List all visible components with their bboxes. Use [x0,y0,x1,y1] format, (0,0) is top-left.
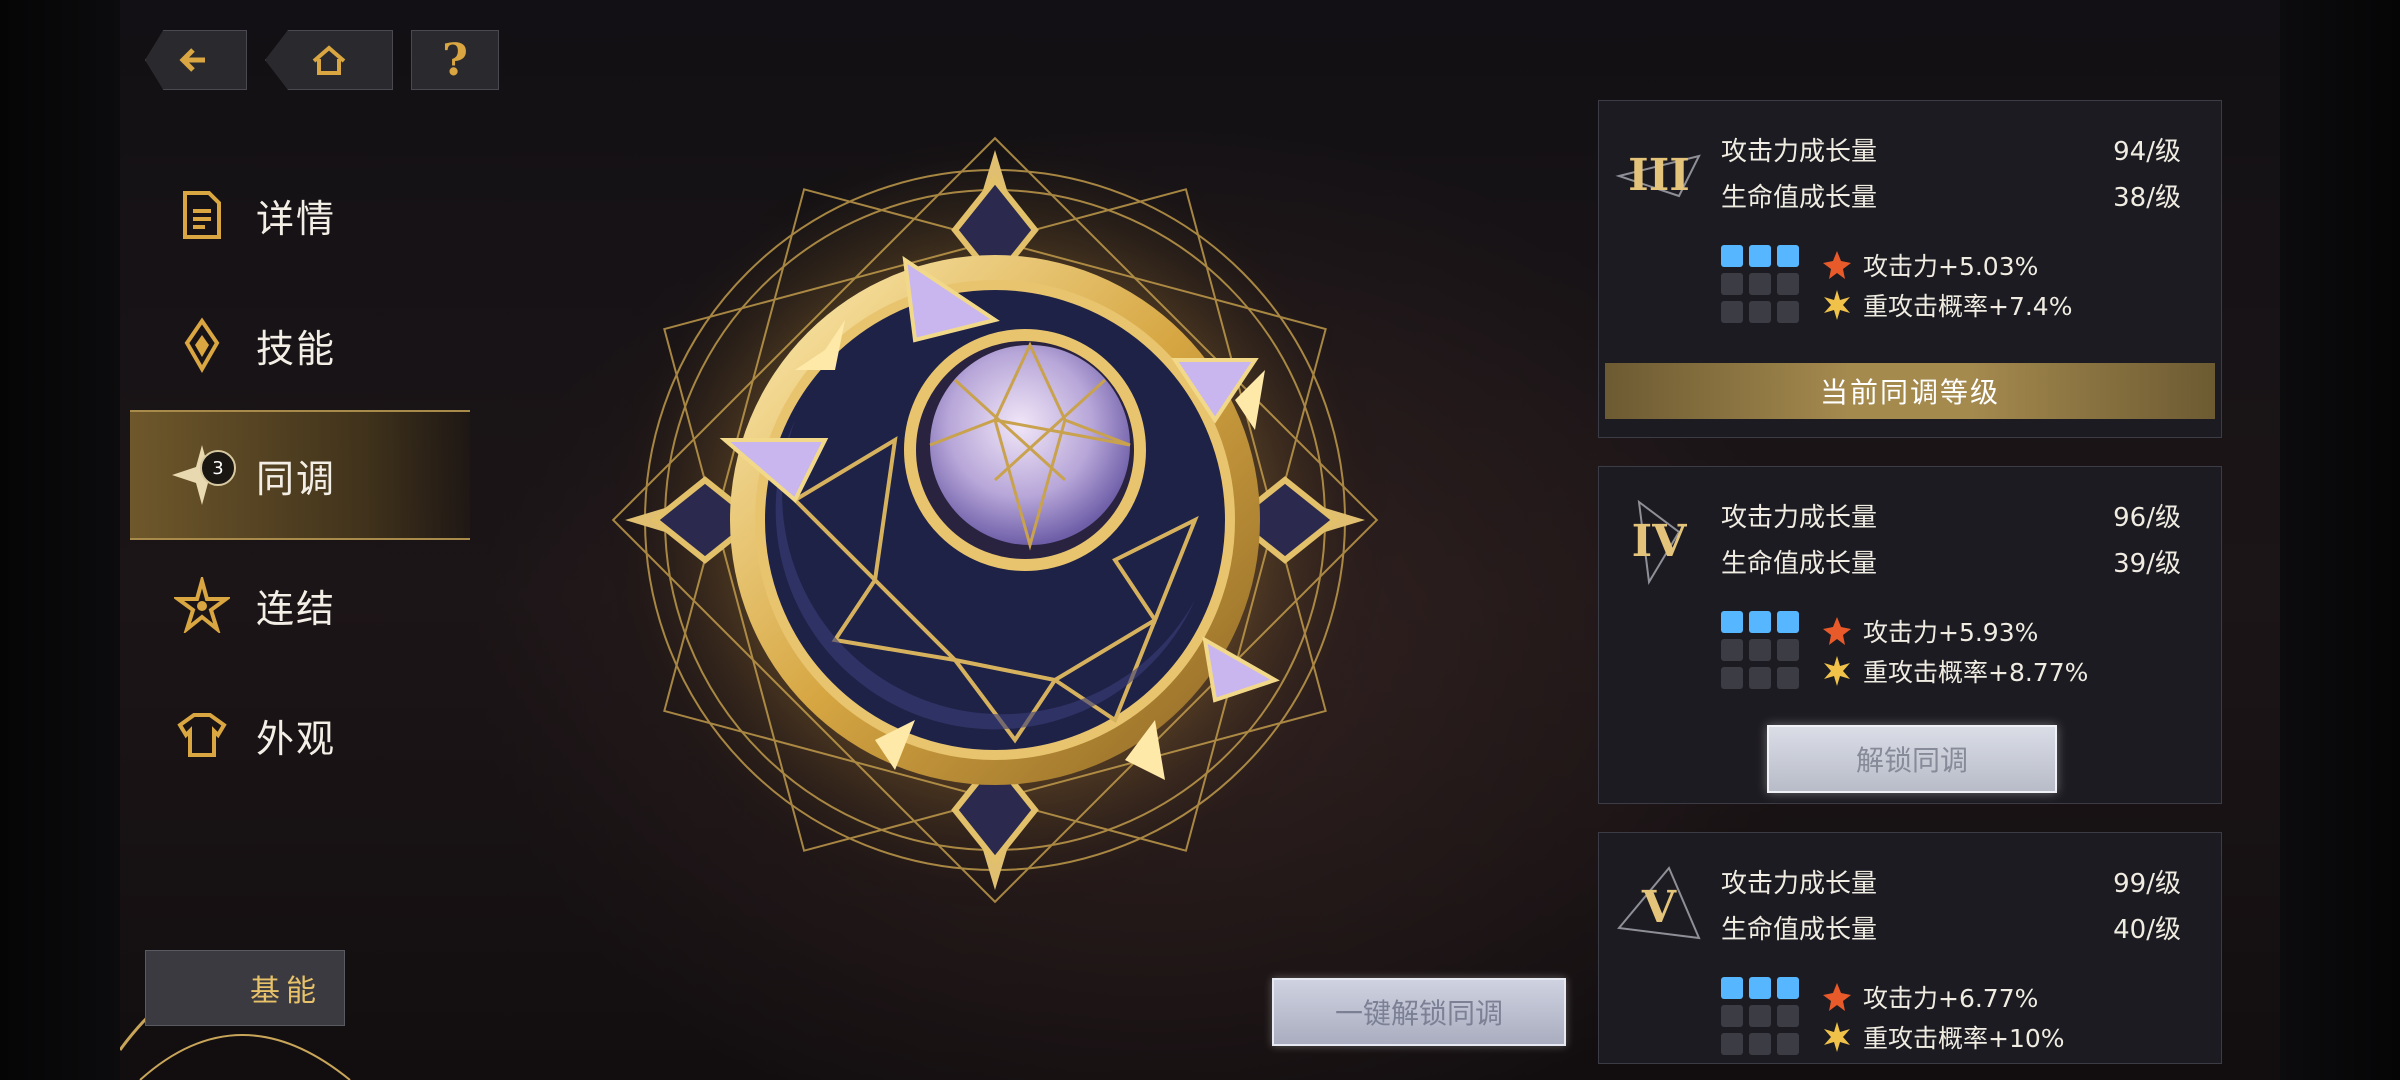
atk-growth-value: 99/级 [2113,869,2181,899]
sync-tier-card-3: III 攻击力成长量 94/级 生命值成长量 38/级 攻击力+5.03% 重攻… [1598,100,2222,438]
nav-item-label: 外观 [256,716,337,761]
atk-growth-value: 96/级 [2113,503,2181,533]
sync-tier-card-4: IV 攻击力成长量 96/级 生命值成长量 39/级 攻击力+5.93% 重攻击… [1598,466,2222,804]
base-ability-button[interactable]: 基能 [145,950,345,1026]
hp-growth-label: 生命值成长量 [1721,915,1878,945]
tier-4-emblem: IV [1632,499,1688,585]
link-icon [170,573,234,637]
unlock-sync-button[interactable]: 解锁同调 [1767,725,2057,793]
hp-growth-value: 39/级 [2113,549,2181,579]
crit-icon [1824,290,1850,320]
help-button[interactable]: ? [411,30,499,90]
back-button[interactable] [145,30,247,90]
atk-growth-row: 攻击力成长量 96/级 [1721,497,2181,534]
nav-item-label: 技能 [256,326,337,371]
nav-item-link[interactable]: 连结 [130,540,470,670]
right-edge [2280,0,2400,1080]
attack-bonus-text: 攻击力+5.03% [1863,252,2039,281]
crit-icon [1824,1022,1850,1052]
sync-progress-grid [1721,245,1811,323]
tier-5-emblem: V [1617,866,1701,940]
nav-item-label: 同调 [256,456,337,501]
current-sync-level-bar: 当前同调等级 [1605,363,2215,419]
svg-text:III: III [1628,150,1690,201]
base-ability-label: 基能 [250,974,322,1009]
back-arrow-icon [179,48,205,72]
crit-bonus: 重攻击概率+7.4% [1821,287,2072,323]
attack-icon [1823,983,1851,1011]
atk-growth-value: 94/级 [2113,137,2181,167]
nav-item-label: 连结 [256,586,337,631]
top-toolbar: ? [145,30,499,90]
nav-item-appearance[interactable]: 外观 [130,670,470,800]
home-button[interactable] [265,30,393,90]
hp-growth-row: 生命值成长量 38/级 [1721,177,2181,214]
crit-bonus: 重攻击概率+8.77% [1821,653,2088,689]
nav-item-skills[interactable]: 技能 [130,280,470,410]
sync-progress-grid [1721,611,1811,689]
sync-progress-grid [1721,977,1811,1055]
hp-growth-row: 生命值成长量 40/级 [1721,909,2181,946]
attack-bonus: 攻击力+5.03% [1821,247,2038,283]
sync-level-badge: 3 [200,450,236,486]
sync-tier-card-5: V 攻击力成长量 99/级 生命值成长量 40/级 攻击力+6.77% 重攻击概… [1598,832,2222,1064]
appearance-icon [170,703,234,767]
unlock-all-sync-label: 一键解锁同调 [1334,997,1503,1030]
unlock-sync-label: 解锁同调 [1855,744,1968,777]
attack-icon [1823,251,1851,279]
current-sync-level-label: 当前同调等级 [1819,376,2000,409]
attack-bonus-text: 攻击力+5.93% [1863,618,2039,647]
atk-growth-label: 攻击力成长量 [1721,503,1878,533]
side-nav: 详情 技能 3 同调 连结 外观 [130,150,470,800]
nav-item-label: 详情 [256,196,337,241]
left-edge [0,0,120,1080]
svg-text:IV: IV [1632,516,1688,567]
tier-3-emblem: III [1615,150,1701,201]
sync-emblem [595,120,1395,920]
nav-item-sync[interactable]: 3 同调 [130,410,470,540]
crit-icon [1824,656,1850,686]
unlock-all-sync-button[interactable]: 一键解锁同调 [1272,978,1566,1046]
hp-growth-value: 40/级 [2113,915,2181,945]
atk-growth-label: 攻击力成长量 [1721,869,1878,899]
atk-growth-row: 攻击力成长量 94/级 [1721,131,2181,168]
hp-growth-row: 生命值成长量 39/级 [1721,543,2181,580]
attack-bonus-text: 攻击力+6.77% [1863,984,2039,1013]
atk-growth-row: 攻击力成长量 99/级 [1721,863,2181,900]
attack-bonus: 攻击力+5.93% [1821,613,2038,649]
crit-bonus: 重攻击概率+10% [1821,1019,2065,1055]
svg-text:V: V [1641,882,1677,933]
help-icon: ? [442,34,468,86]
details-icon [170,183,234,247]
skills-icon [170,313,234,377]
nav-item-details[interactable]: 详情 [130,150,470,280]
attack-icon [1823,617,1851,645]
hp-growth-label: 生命值成长量 [1721,549,1878,579]
attack-bonus: 攻击力+6.77% [1821,979,2038,1015]
crit-bonus-text: 重攻击概率+8.77% [1863,658,2089,687]
atk-growth-label: 攻击力成长量 [1721,137,1878,167]
crit-bonus-text: 重攻击概率+10% [1863,1024,2065,1053]
hp-growth-value: 38/级 [2113,183,2181,213]
home-icon [312,45,346,75]
hp-growth-label: 生命值成长量 [1721,183,1878,213]
crit-bonus-text: 重攻击概率+7.4% [1863,292,2073,321]
